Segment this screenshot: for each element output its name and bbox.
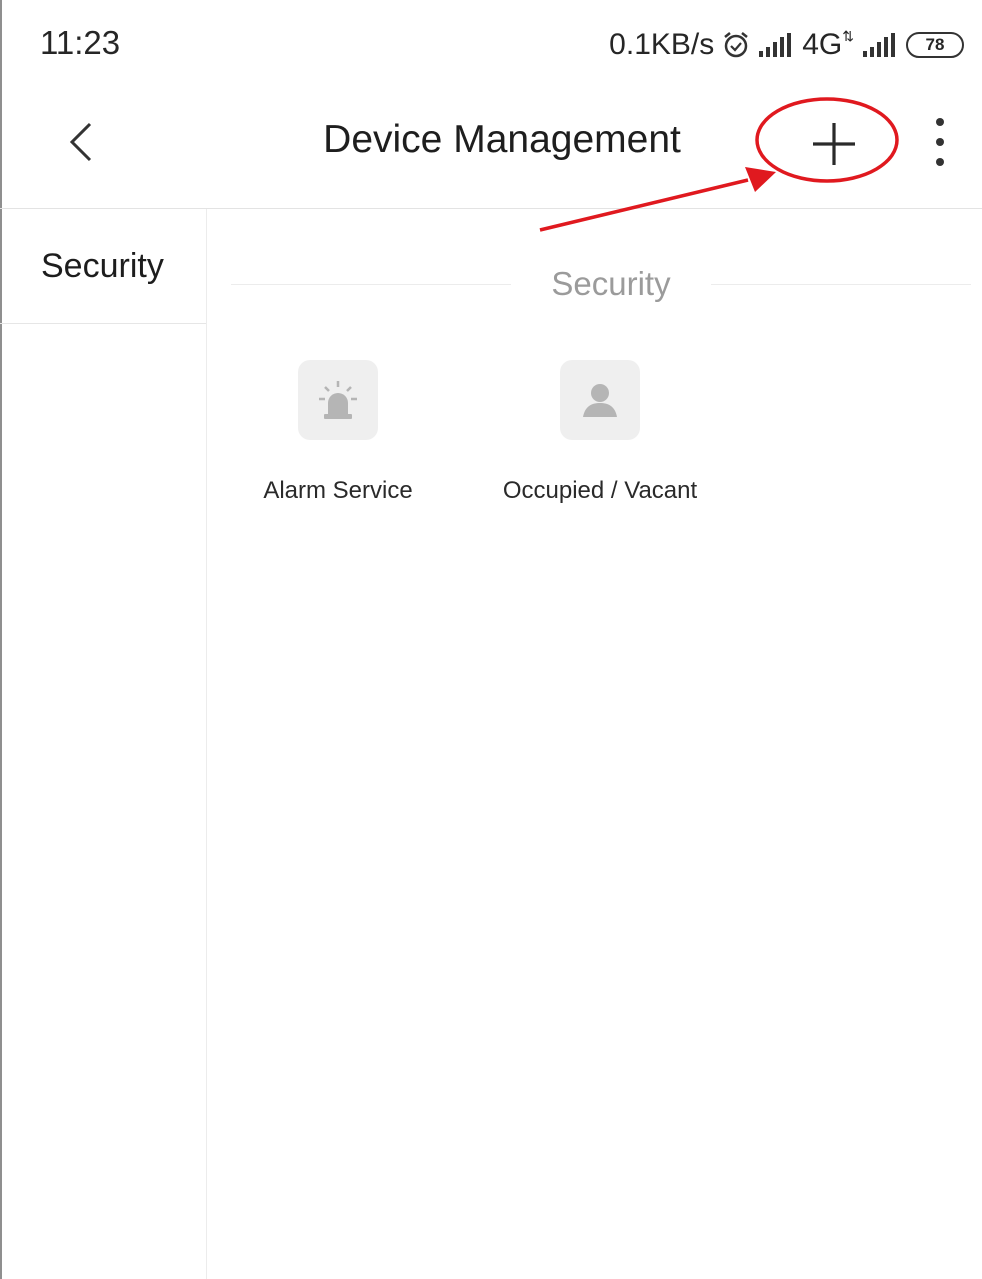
category-sidebar: Security <box>0 209 207 1279</box>
section-header: Security <box>231 265 971 305</box>
signal-icon <box>862 33 898 57</box>
tile-occupied-vacant[interactable]: Occupied / Vacant <box>480 359 720 519</box>
status-bar: 11:23 0.1KB/s 4G⇅ 78 <box>0 0 982 88</box>
person-icon <box>560 360 640 440</box>
plus-icon <box>813 123 855 165</box>
data-arrows-icon: ⇅ <box>842 28 854 44</box>
tile-label: Alarm Service <box>263 477 413 504</box>
section-title: Security <box>551 265 671 302</box>
app-bar: Device Management <box>0 88 982 209</box>
plus-button[interactable] <box>802 112 866 176</box>
siren-icon <box>298 360 378 440</box>
sidebar-item-label: Security <box>41 247 164 285</box>
network-type: 4G⇅ <box>802 28 854 61</box>
divider <box>231 284 511 285</box>
signal-icon <box>758 33 794 57</box>
net-speed: 0.1KB/s <box>609 28 715 61</box>
alarm-clock-icon <box>722 31 750 59</box>
more-vert-icon <box>936 118 944 166</box>
status-indicators: 0.1KB/s 4G⇅ 78 <box>609 24 964 66</box>
sidebar-item-security[interactable]: Security <box>0 209 206 324</box>
status-time: 11:23 <box>40 24 121 61</box>
tile-label: Occupied / Vacant <box>502 477 698 504</box>
more-options-button[interactable] <box>918 112 962 176</box>
divider <box>711 284 971 285</box>
tile-alarm-service[interactable]: Alarm Service <box>218 359 458 519</box>
device-category-content: Security Alarm Service Occupied / Vacant <box>207 209 982 1279</box>
battery-icon: 78 <box>906 32 964 58</box>
